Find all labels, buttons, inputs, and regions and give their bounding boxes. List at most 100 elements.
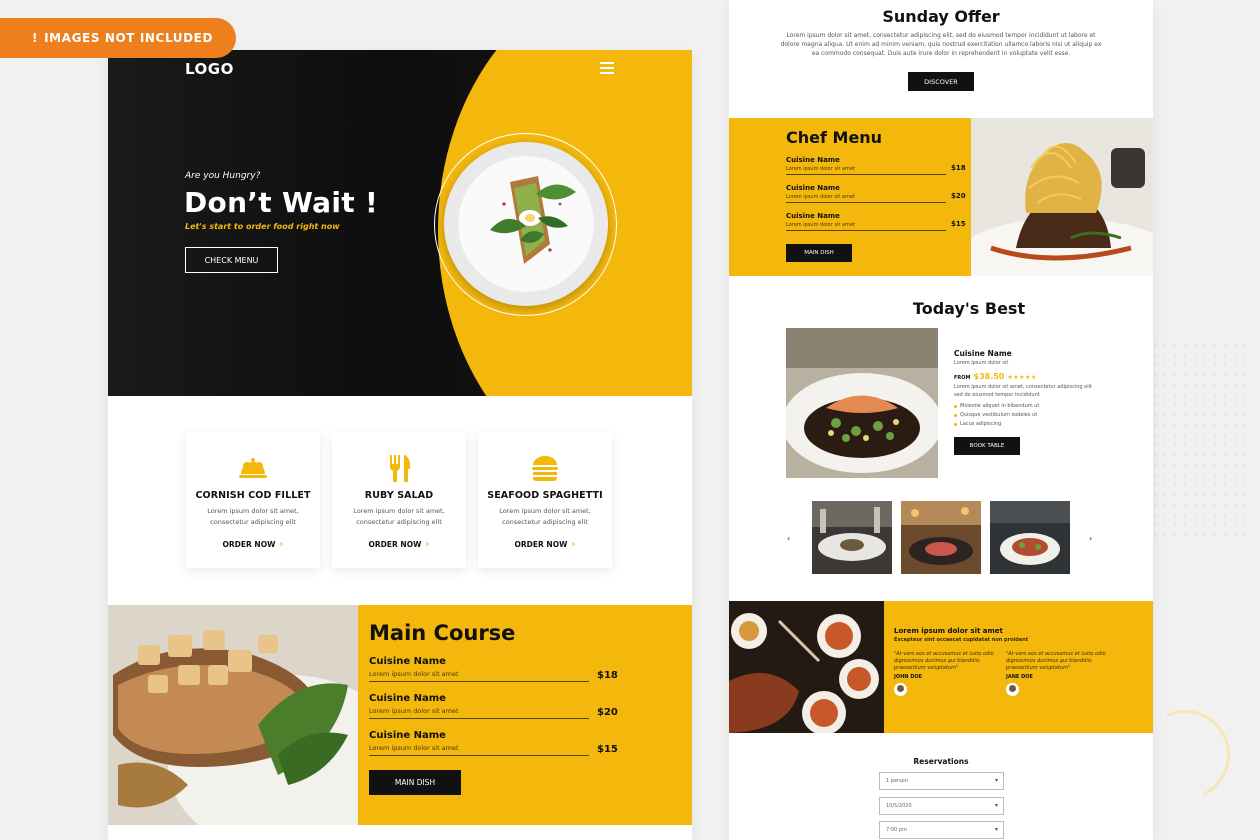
menu-item-desc: Lorem ipsum dolor sit amet bbox=[369, 744, 589, 756]
order-now-label: ORDER NOW bbox=[514, 540, 568, 549]
main-dish-button[interactable]: MAIN DISH bbox=[786, 244, 852, 262]
dish-card[interactable]: RUBY SALAD Lorem ipsum dolor sit amet, c… bbox=[332, 432, 466, 568]
burger-icon bbox=[532, 456, 558, 481]
menu-item-price: $18 bbox=[597, 670, 618, 681]
party-size-select[interactable]: 1 person ▾ bbox=[879, 772, 1004, 790]
book-table-button[interactable]: BOOK TABLE bbox=[954, 437, 1020, 455]
sunday-offer-text: Lorem ipsum dolor sit amet, consectetur … bbox=[780, 32, 1102, 57]
todays-best-price-line: FROM $38.50 ★★★★★ bbox=[954, 372, 1094, 381]
menu-item[interactable]: Cuisine Name Lorem ipsum dolor sit amet … bbox=[369, 656, 618, 682]
gallery-thumbnail[interactable] bbox=[990, 501, 1070, 574]
chef-menu-panel: Chef Menu Cuisine Name Lorem ipsum dolor… bbox=[729, 118, 971, 276]
dish-card-desc: Lorem ipsum dolor sit amet, consectetur … bbox=[499, 507, 591, 526]
menu-item-desc: Lorem ipsum dolor sit amet bbox=[786, 194, 946, 203]
menu-item-price: $18 bbox=[951, 164, 966, 172]
gallery-thumbnail[interactable] bbox=[901, 501, 981, 574]
todays-best-price: $38.50 bbox=[973, 372, 1005, 381]
reservations-title: Reservations bbox=[913, 757, 969, 766]
todays-best-title: Today's Best bbox=[912, 299, 1026, 318]
main-course-panel: Main Course Cuisine Name Lorem ipsum dol… bbox=[358, 605, 692, 825]
list-item: Quisque vestibulum sodales ut bbox=[954, 411, 1094, 420]
order-now-label: ORDER NOW bbox=[368, 540, 422, 549]
order-now-link[interactable]: ORDER NOW › bbox=[515, 539, 576, 550]
chevron-down-icon: ▾ bbox=[994, 802, 998, 809]
testimonial-item: "At vero eos et accusamus et iusto odio … bbox=[894, 651, 994, 696]
fork-knife-icon bbox=[390, 455, 411, 482]
gallery-thumbnail[interactable] bbox=[812, 501, 892, 574]
todays-best-name: Cuisine Name bbox=[954, 349, 1012, 358]
price-from-label: FROM bbox=[954, 375, 971, 381]
menu-item-price: $20 bbox=[951, 192, 966, 200]
todays-best-photo bbox=[786, 328, 938, 478]
chevron-right-icon: › bbox=[571, 539, 576, 550]
discover-button[interactable]: DISCOVER bbox=[908, 72, 974, 91]
menu-item-desc: Lorem ipsum dolor sit amet bbox=[369, 707, 589, 719]
bullet-text: Quisque vestibulum sodales ut bbox=[960, 412, 1038, 418]
bullet-icon bbox=[954, 405, 957, 408]
background-dot-pattern bbox=[1140, 340, 1250, 540]
logo[interactable]: LOGO bbox=[185, 60, 234, 78]
avatar bbox=[1006, 683, 1019, 696]
chevron-down-icon: ▾ bbox=[994, 777, 998, 784]
todays-best-desc: Lorem ipsum dolor sit amet, consectetur … bbox=[954, 384, 1092, 398]
menu-item[interactable]: Cuisine Name Lorem ipsum dolor sit amet … bbox=[369, 693, 618, 719]
order-now-link[interactable]: ORDER NOW › bbox=[223, 539, 284, 550]
menu-item[interactable]: Cuisine Name Lorem ipsum dolor sit amet … bbox=[786, 156, 966, 175]
testimonial-quote: "At vero eos et accusamus et iusto odio … bbox=[1006, 651, 1106, 671]
todays-best-subtitle: Lorem ipsum dolor sit bbox=[954, 360, 1009, 366]
toast-food-image bbox=[490, 176, 576, 264]
check-menu-button[interactable]: CHECK MENU bbox=[185, 247, 278, 273]
menu-item[interactable]: Cuisine Name Lorem ipsum dolor sit amet … bbox=[369, 730, 618, 756]
chef-menu-title: Chef Menu bbox=[786, 128, 883, 147]
testimonial-author: JANE DOE bbox=[1006, 674, 1033, 680]
dish-card-title: SEAFOOD SPAGHETTI bbox=[487, 490, 603, 501]
testimonials-heading: Lorem ipsum dolor sit amet bbox=[894, 627, 1003, 635]
hero-headline: Don’t Wait ! bbox=[184, 186, 379, 219]
time-select[interactable]: 7:00 pm ▾ bbox=[879, 821, 1004, 839]
dish-card[interactable]: CORNISH COD FILLET Lorem ipsum dolor sit… bbox=[186, 432, 320, 568]
menu-item-name: Cuisine Name bbox=[369, 656, 446, 667]
list-item: Lacus adipiscing bbox=[954, 420, 1094, 429]
chevron-down-icon: ▾ bbox=[994, 826, 998, 833]
gallery-next-arrow-icon[interactable]: › bbox=[1089, 534, 1092, 543]
menu-item-name: Cuisine Name bbox=[786, 212, 840, 220]
order-now-label: ORDER NOW bbox=[222, 540, 276, 549]
exclamation-icon: ! bbox=[32, 31, 39, 45]
menu-item-name: Cuisine Name bbox=[786, 184, 840, 192]
bullet-icon bbox=[954, 414, 957, 417]
dish-card-title: RUBY SALAD bbox=[364, 490, 434, 501]
sunday-offer-title: Sunday Offer bbox=[882, 7, 1000, 26]
menu-item-price: $15 bbox=[951, 220, 966, 228]
landing-page-left: LOGO Are you Hungry? Don’t Wait ! Let's … bbox=[108, 50, 692, 840]
chef-cloche-icon bbox=[239, 458, 267, 478]
hero-eyebrow: Are you Hungry? bbox=[185, 171, 261, 181]
order-now-link[interactable]: ORDER NOW › bbox=[369, 539, 430, 550]
hero-tagline: Let's start to order food right now bbox=[185, 222, 340, 231]
images-not-included-badge: ! IMAGES NOT INCLUDED bbox=[0, 18, 236, 58]
menu-item-desc: Lorem ipsum dolor sit amet bbox=[786, 222, 946, 231]
dish-card[interactable]: SEAFOOD SPAGHETTI Lorem ipsum dolor sit … bbox=[478, 432, 612, 568]
date-select[interactable]: 10/5/2020 ▾ bbox=[879, 797, 1004, 815]
todays-best-bullets: Molestie aliquet in bibendum ut Quisque … bbox=[954, 402, 1094, 429]
landing-page-right: Sunday Offer Lorem ipsum dolor sit amet,… bbox=[729, 0, 1153, 840]
testimonials-subheading: Excepteur sint occaecat cupidatat non pr… bbox=[894, 637, 1029, 643]
menu-item-name: Cuisine Name bbox=[786, 156, 840, 164]
main-course-photo bbox=[108, 605, 358, 825]
menu-item[interactable]: Cuisine Name Lorem ipsum dolor sit amet … bbox=[786, 184, 966, 203]
badge-label: IMAGES NOT INCLUDED bbox=[44, 31, 214, 45]
dish-card-desc: Lorem ipsum dolor sit amet, consectetur … bbox=[353, 507, 445, 526]
testimonials-panel: Lorem ipsum dolor sit amet Excepteur sin… bbox=[884, 601, 1153, 733]
rating-stars-icon: ★★★★★ bbox=[1007, 374, 1037, 381]
chevron-right-icon: › bbox=[279, 539, 284, 550]
menu-item[interactable]: Cuisine Name Lorem ipsum dolor sit amet … bbox=[786, 212, 966, 231]
menu-item-price: $20 bbox=[597, 707, 618, 718]
gallery-prev-arrow-icon[interactable]: ‹ bbox=[787, 534, 790, 543]
list-item: Molestie aliquet in bibendum ut bbox=[954, 402, 1094, 411]
featured-dishes: CORNISH COD FILLET Lorem ipsum dolor sit… bbox=[186, 432, 612, 568]
testimonial-food-photo bbox=[729, 601, 884, 733]
main-dish-button[interactable]: MAIN DISH bbox=[369, 770, 461, 795]
main-course-title: Main Course bbox=[369, 621, 516, 645]
hamburger-menu-icon[interactable] bbox=[600, 62, 614, 74]
hero-section: LOGO Are you Hungry? Don’t Wait ! Let's … bbox=[108, 50, 692, 396]
dish-card-title: CORNISH COD FILLET bbox=[195, 490, 311, 501]
